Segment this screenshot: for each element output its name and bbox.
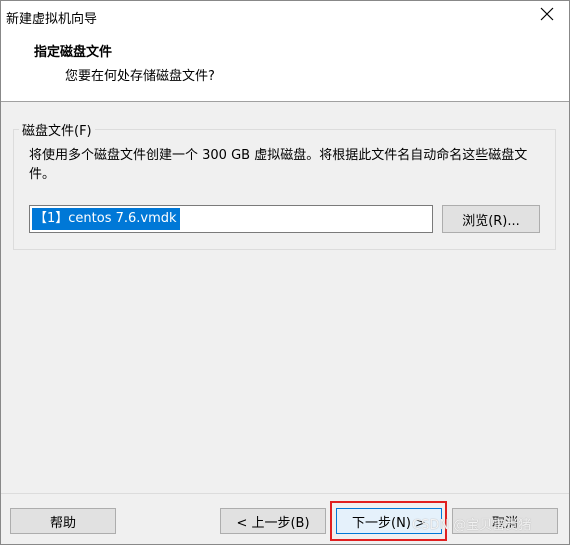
group-description: 将使用多个磁盘文件创建一个 300 GB 虚拟磁盘。将根据此文件名自动命名这些磁… [29,148,528,182]
group-legend: 磁盘文件(F) [19,120,95,139]
disk-file-value: 【1】centos 7.6.vmdk [32,208,180,230]
window-title: 新建虚拟机向导 [6,12,98,27]
watermark: CSDN @宝贝雷贵猪 [412,518,532,533]
page-title: 指定磁盘文件 [34,45,113,60]
back-button[interactable]: < 上一步(B) [220,508,326,534]
help-button[interactable]: 帮助 [10,508,116,534]
browse-button[interactable]: 浏览(R)... [442,205,540,233]
close-icon [540,7,554,25]
close-button[interactable] [524,0,570,32]
header-divider [0,101,570,102]
disk-file-input[interactable]: 【1】centos 7.6.vmdk [29,205,433,233]
page-subtitle: 您要在何处存储磁盘文件? [65,69,215,84]
footer-divider [0,493,570,494]
